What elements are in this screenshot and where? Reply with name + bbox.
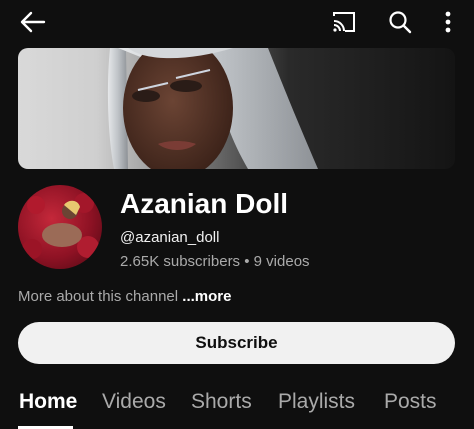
channel-name: Azanian Doll: [120, 188, 289, 219]
more-options-button[interactable]: [436, 8, 460, 36]
about-channel-link[interactable]: More about this channel ...more: [18, 288, 231, 305]
search-button[interactable]: [386, 8, 414, 36]
tab-playlists[interactable]: Playlists: [278, 390, 355, 414]
subscribe-button[interactable]: Subscribe: [18, 322, 455, 364]
back-button[interactable]: [18, 8, 48, 36]
subscriber-count: 2.65K subscribers: [120, 253, 241, 270]
stats-separator: •: [244, 253, 250, 270]
banner-portrait-image: [107, 48, 318, 169]
top-app-bar: [0, 0, 474, 44]
avatar-image: [22, 193, 99, 259]
channel-avatar[interactable]: [18, 185, 102, 269]
about-text: More about this channel: [18, 288, 179, 305]
tab-shorts[interactable]: Shorts: [191, 390, 252, 414]
video-count: 9 videos: [253, 253, 310, 270]
search-icon: [389, 11, 412, 34]
arrow-left-icon: [20, 11, 46, 33]
channel-handle: @azanian_doll: [120, 229, 220, 246]
about-more-link[interactable]: ...more: [182, 288, 231, 305]
channel-banner: [18, 48, 455, 169]
cast-icon: [333, 12, 355, 32]
channel-tabs: Home Videos Shorts Playlists Posts: [0, 384, 474, 429]
more-vertical-icon: [445, 11, 451, 33]
tab-home[interactable]: Home: [19, 390, 77, 414]
cast-button[interactable]: [330, 9, 358, 35]
tab-videos[interactable]: Videos: [102, 390, 166, 414]
channel-stats: 2.65K subscribers • 9 videos: [120, 253, 310, 270]
tab-posts[interactable]: Posts: [384, 390, 437, 414]
